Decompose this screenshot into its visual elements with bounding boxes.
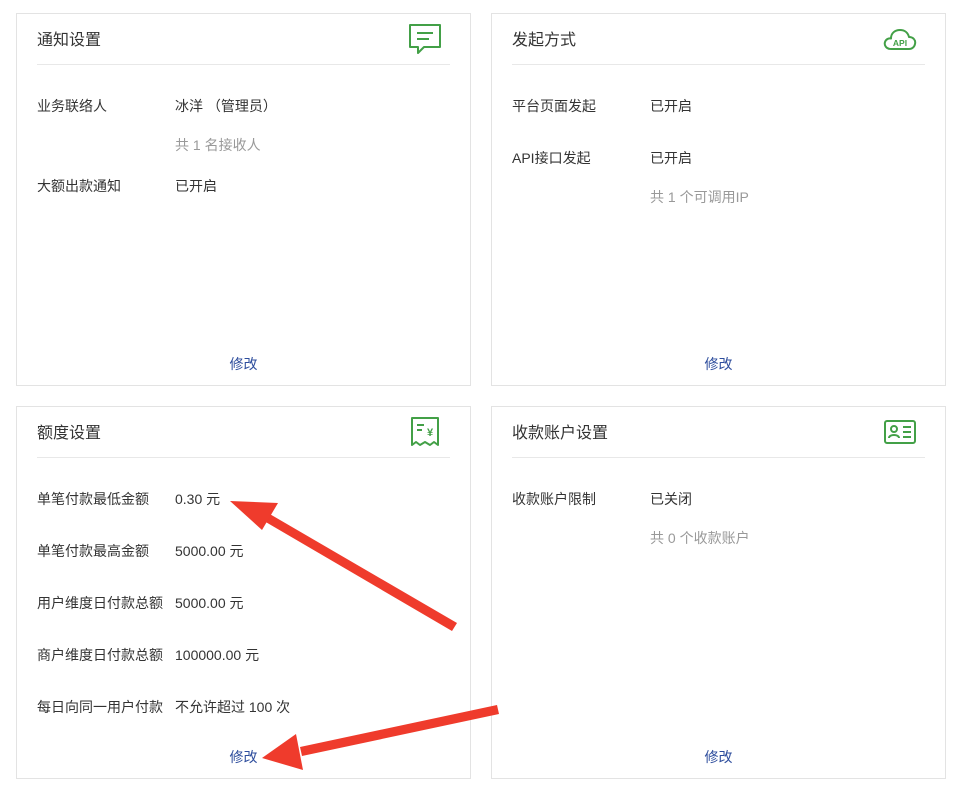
row-value: 0.30 元 <box>175 491 221 507</box>
row-label: 平台页面发起 <box>512 98 596 114</box>
cloud-api-icon: API <box>883 29 917 50</box>
row-label: 单笔付款最低金额 <box>37 491 149 507</box>
edit-link[interactable]: 修改 <box>492 355 945 373</box>
row-value: 已开启 <box>650 98 692 114</box>
card-title: 发起方式 <box>512 32 577 49</box>
svg-text:¥: ¥ <box>427 427 434 439</box>
row-label: 收款账户限制 <box>512 491 596 507</box>
row-label: 业务联络人 <box>37 98 107 114</box>
card-header: 发起方式 API <box>512 14 925 65</box>
row-label: 用户维度日付款总额 <box>37 595 163 611</box>
edit-link[interactable]: 修改 <box>17 748 470 766</box>
row-label: API接口发起 <box>512 150 591 166</box>
cloud-api-icon-label: API <box>893 38 907 48</box>
row-value: 已关闭 <box>650 491 692 507</box>
receipt-yen-icon: ¥ <box>411 417 439 446</box>
card-title: 额度设置 <box>37 425 102 442</box>
row-value: 5000.00 元 <box>175 543 244 559</box>
row-value: 5000.00 元 <box>175 595 244 611</box>
row-value: 已开启 <box>650 150 692 166</box>
row-label: 大额出款通知 <box>37 178 121 194</box>
id-card-icon <box>884 420 916 444</box>
card-title: 通知设置 <box>37 32 102 49</box>
payee-account-card: 收款账户设置 收款账户限制 已关闭 共 0 个收款账户 修改 <box>491 406 946 779</box>
row-sub-text: 共 1 名接收人 <box>175 137 261 153</box>
row-value: 100000.00 元 <box>175 647 260 663</box>
card-title: 收款账户设置 <box>512 425 609 442</box>
launch-method-card: 发起方式 API 平台页面发起 已开启 API接口发起 已开启 共 1 个可调用… <box>491 13 946 386</box>
edit-link[interactable]: 修改 <box>17 355 470 373</box>
card-header: 额度设置 ¥ <box>37 407 450 458</box>
row-value: 冰洋 （管理员） <box>175 98 277 114</box>
message-icon <box>409 24 441 54</box>
row-label: 每日向同一用户付款 <box>37 699 163 715</box>
row-sub-text: 共 0 个收款账户 <box>650 530 750 546</box>
notify-settings-card: 通知设置 业务联络人 冰洋 （管理员） 共 1 名接收人 大额出款通知 已开启 … <box>16 13 471 386</box>
card-header: 通知设置 <box>37 14 450 65</box>
card-header: 收款账户设置 <box>512 407 925 458</box>
row-label: 单笔付款最高金额 <box>37 543 149 559</box>
row-sub-text: 共 1 个可调用IP <box>650 189 749 205</box>
row-label: 商户维度日付款总额 <box>37 647 163 663</box>
edit-link[interactable]: 修改 <box>492 748 945 766</box>
row-value: 已开启 <box>175 178 217 194</box>
quota-settings-card: 额度设置 ¥ 单笔付款最低金额 0.30 元 单笔付款最高金额 5000.00 … <box>16 406 471 779</box>
row-value: 不允许超过 100 次 <box>175 699 291 715</box>
